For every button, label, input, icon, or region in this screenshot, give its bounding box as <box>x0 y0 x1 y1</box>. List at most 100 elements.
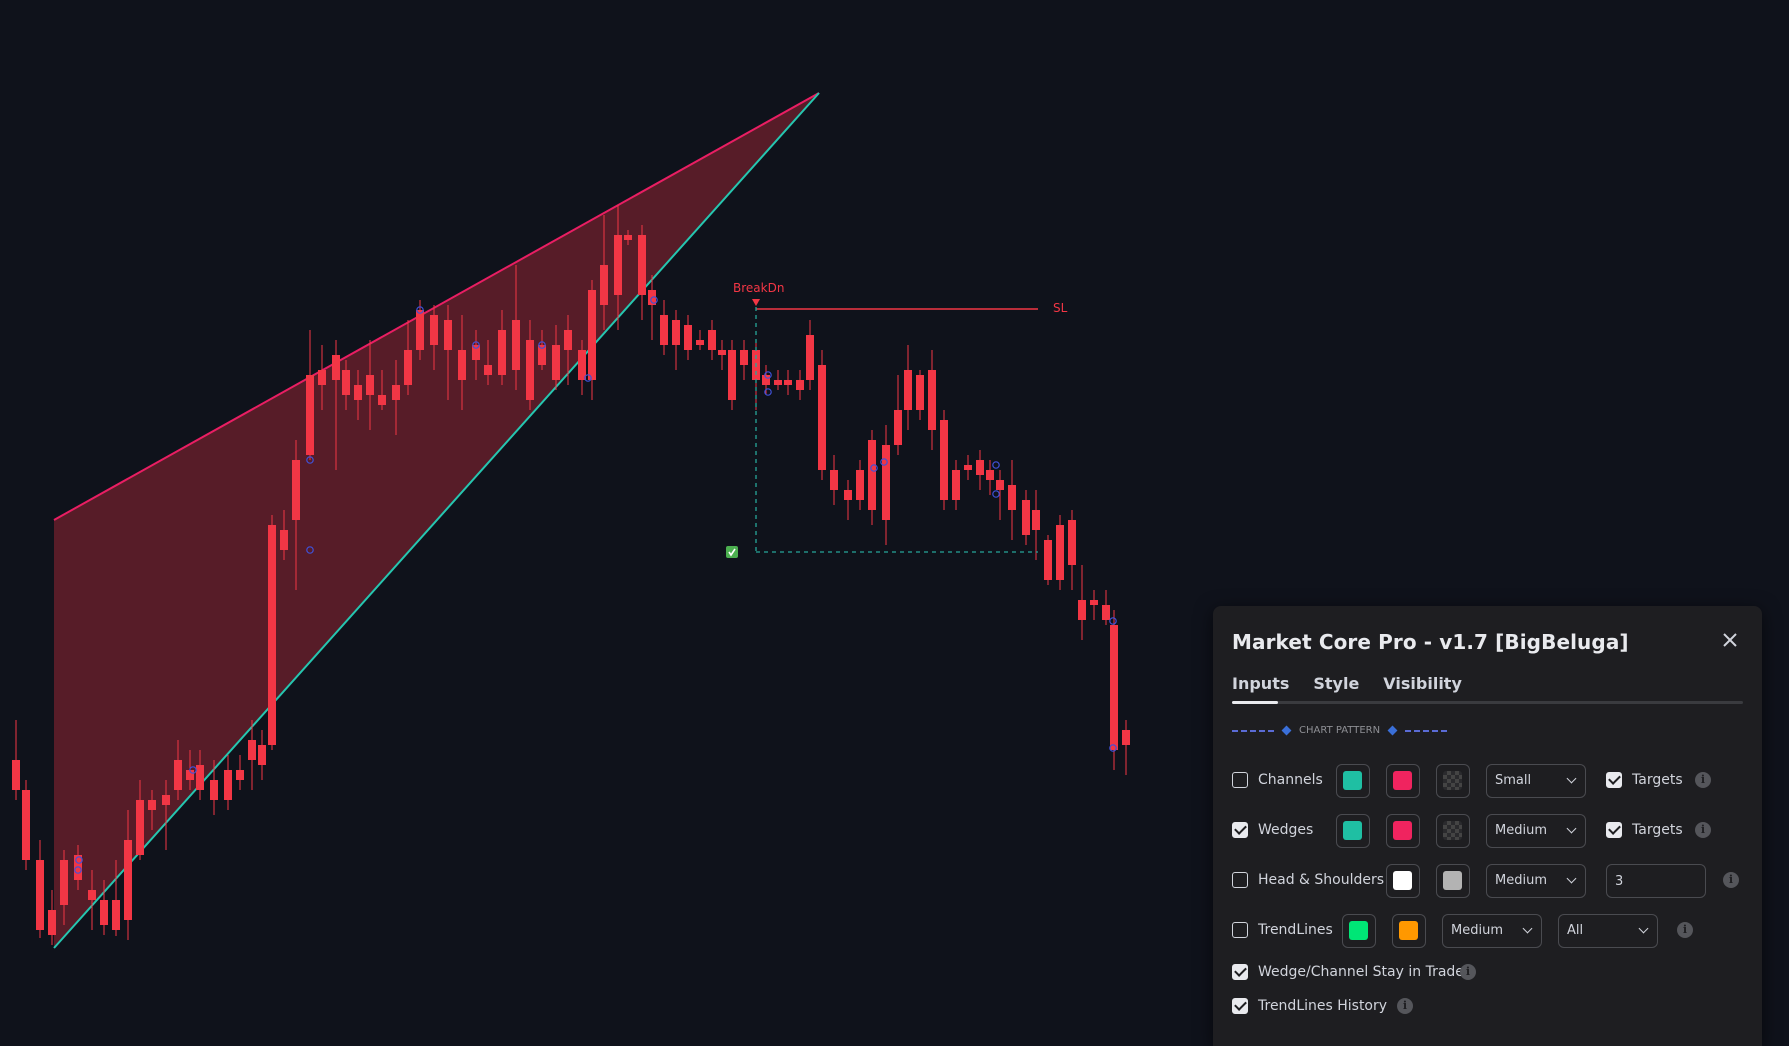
candle-body <box>416 310 424 350</box>
candle-body <box>60 860 68 905</box>
candle-body <box>22 790 30 860</box>
wedges-bear-color[interactable] <box>1386 814 1420 848</box>
pivot-marker <box>992 490 1000 498</box>
candle-body <box>856 470 864 500</box>
chevron-down-icon <box>1522 923 1533 934</box>
trendlines-history-checkbox[interactable] <box>1232 998 1248 1014</box>
trendlines-color-1[interactable] <box>1342 914 1376 948</box>
diamond-icon <box>1281 725 1292 736</box>
tab-inputs[interactable]: Inputs <box>1232 674 1289 701</box>
channels-bear-color[interactable] <box>1386 764 1420 798</box>
candle-body <box>806 335 814 380</box>
candle-body <box>578 350 586 380</box>
info-icon[interactable]: i <box>1460 964 1476 980</box>
candle-body <box>588 290 596 380</box>
trendlines-label: TrendLines <box>1258 922 1333 938</box>
wedges-targets-checkbox[interactable] <box>1606 822 1622 838</box>
head-shoulders-row: Head & Shoulders Medium i <box>1232 864 1742 898</box>
channels-targets-checkbox[interactable] <box>1606 772 1622 788</box>
candle-body <box>624 235 632 240</box>
candle-body <box>964 465 972 470</box>
breakdown-arrow-icon <box>752 299 760 306</box>
candle-body <box>1008 485 1016 510</box>
candle-body <box>718 350 726 355</box>
channels-checkbox[interactable] <box>1232 772 1248 788</box>
candle-body <box>940 420 948 500</box>
candle-body <box>268 525 276 745</box>
info-icon[interactable]: i <box>1695 822 1711 838</box>
pivot-marker <box>1109 617 1117 625</box>
trendlines-checkbox[interactable] <box>1232 922 1248 938</box>
channels-size-select[interactable]: Small <box>1486 764 1586 798</box>
candle-body <box>378 395 386 405</box>
candle-body <box>684 325 692 350</box>
section-title: CHART PATTERN <box>1299 725 1381 736</box>
breakdown-label: BreakDn <box>733 281 784 295</box>
info-icon[interactable]: i <box>1397 998 1413 1014</box>
candle-body <box>430 315 438 345</box>
candle-body <box>564 330 572 350</box>
stay-in-trade-checkbox[interactable] <box>1232 964 1248 980</box>
trendlines-size-select[interactable]: Medium <box>1442 914 1542 948</box>
candle-body <box>258 745 266 765</box>
channels-targets-label: Targets <box>1632 772 1683 788</box>
chevron-down-icon <box>1566 823 1577 834</box>
dash-decoration <box>1232 729 1274 732</box>
candle-body <box>552 345 560 380</box>
wedges-size-select[interactable]: Medium <box>1486 814 1586 848</box>
chevron-down-icon <box>1638 923 1649 934</box>
channels-label: Channels <box>1258 772 1323 788</box>
head-shoulders-size-select[interactable]: Medium <box>1486 864 1586 898</box>
tab-style[interactable]: Style <box>1313 674 1359 701</box>
info-icon[interactable]: i <box>1723 872 1739 888</box>
info-icon[interactable]: i <box>1677 922 1693 938</box>
candle-body <box>1068 520 1076 565</box>
candle-body <box>100 900 108 925</box>
trendlines-mode-value: All <box>1567 923 1584 938</box>
candle-body <box>404 350 412 385</box>
channels-size-value: Small <box>1495 773 1532 788</box>
tab-visibility[interactable]: Visibility <box>1383 674 1462 701</box>
wedges-fill-color[interactable] <box>1436 814 1470 848</box>
wedges-row: Wedges Medium Targets i <box>1232 814 1742 848</box>
candle-body <box>672 320 680 345</box>
candle-body <box>36 860 44 930</box>
head-shoulders-checkbox[interactable] <box>1232 872 1248 888</box>
wedges-checkbox[interactable] <box>1232 822 1248 838</box>
channels-fill-color[interactable] <box>1436 764 1470 798</box>
wedges-targets-label: Targets <box>1632 822 1683 838</box>
head-shoulders-color-1[interactable] <box>1386 864 1420 898</box>
trendlines-color-2[interactable] <box>1392 914 1426 948</box>
tab-track <box>1232 701 1743 704</box>
channels-bull-color[interactable] <box>1336 764 1370 798</box>
candle-body <box>894 410 902 445</box>
chevron-down-icon <box>1566 773 1577 784</box>
candle-body <box>458 350 466 380</box>
candle-body <box>1102 605 1110 620</box>
info-icon[interactable]: i <box>1695 772 1711 788</box>
candle-body <box>366 375 374 395</box>
candle-body <box>952 470 960 500</box>
candle-body <box>112 900 120 930</box>
stay-in-trade-label: Wedge/Channel Stay in Trade <box>1258 964 1464 980</box>
close-button[interactable] <box>1716 626 1744 654</box>
trendlines-mode-select[interactable]: All <box>1558 914 1658 948</box>
trendlines-size-value: Medium <box>1451 923 1503 938</box>
head-shoulders-color-2[interactable] <box>1436 864 1470 898</box>
wedges-bull-color[interactable] <box>1336 814 1370 848</box>
candle-body <box>818 365 826 470</box>
candle-body <box>12 760 20 790</box>
candle-body <box>916 375 924 410</box>
candle-body <box>638 235 646 295</box>
diamond-icon <box>1387 725 1398 736</box>
candle-body <box>614 235 622 295</box>
candle-body <box>174 760 182 790</box>
dialog-title: Market Core Pro - v1.7 [BigBeluga] <box>1232 630 1629 654</box>
head-shoulders-length-input[interactable] <box>1606 864 1706 898</box>
candle-body <box>48 910 56 935</box>
candle-body <box>342 370 350 395</box>
candle-body <box>1090 600 1098 605</box>
candle-body <box>696 340 704 345</box>
channels-row: Channels Small Targets i <box>1232 764 1742 798</box>
candle-body <box>248 740 256 760</box>
